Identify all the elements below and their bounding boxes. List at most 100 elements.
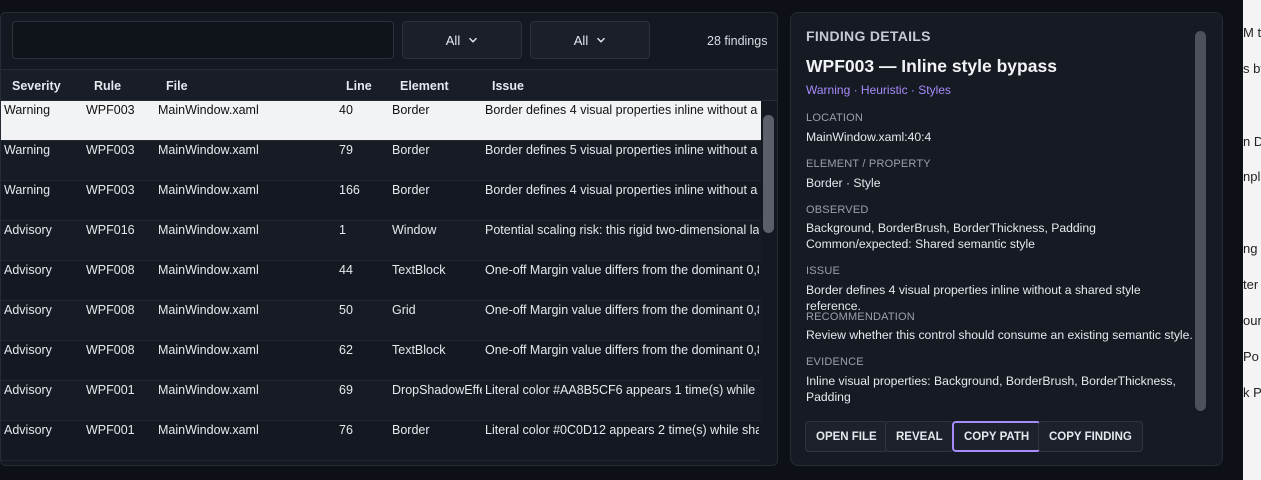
location-value: MainWindow.xaml:40:4: [806, 130, 932, 144]
cell-severity: Advisory: [4, 263, 52, 277]
list-scrollbar[interactable]: [761, 101, 777, 465]
copy-finding-button[interactable]: COPY FINDING: [1038, 421, 1143, 452]
cell-file: MainWindow.xaml: [158, 303, 259, 317]
cell-file: MainWindow.xaml: [158, 343, 259, 357]
cell-element: Grid: [392, 303, 416, 317]
details-scrollbar[interactable]: [1194, 31, 1206, 411]
cell-issue: One-off Margin value differs from the do…: [485, 343, 759, 357]
copy-path-button[interactable]: COPY PATH: [952, 421, 1042, 452]
open-file-button[interactable]: OPEN FILE: [805, 421, 888, 452]
table-row[interactable]: Advisory WPF008 MainWindow.xaml 50 Grid One-o…: [1, 301, 761, 341]
column-header-file[interactable]: File: [166, 79, 188, 93]
background-text-fragment: M t: [1243, 25, 1261, 40]
cell-element: Border: [392, 103, 430, 117]
cell-issue: Border defines 4 visual properties inlin…: [485, 103, 759, 117]
cell-rule: WPF003: [86, 183, 135, 197]
recommendation-value: Review whether this control should consu…: [806, 328, 1193, 342]
background-text-fragment: s by: [1243, 61, 1261, 76]
cell-issue: Border defines 5 visual properties inlin…: [485, 143, 759, 157]
cell-issue: Literal color #0C0D12 appears 2 time(s) …: [485, 423, 759, 437]
cell-file: MainWindow.xaml: [158, 383, 259, 397]
cell-severity: Warning: [4, 183, 51, 197]
column-header-severity[interactable]: Severity: [12, 79, 61, 93]
table-row[interactable]: Advisory WPF001 MainWindow.xaml 69 DropShado…: [1, 381, 761, 421]
findings-table-body: Warning WPF003 MainWindow.xaml 40 Border Bord…: [1, 101, 761, 465]
background-text-fragment: n D: [1243, 134, 1261, 149]
reveal-button[interactable]: REVEAL: [885, 421, 954, 452]
finding-meta: Warning · Heuristic · Styles: [806, 83, 951, 97]
cell-severity: Advisory: [4, 383, 52, 397]
column-header-rule[interactable]: Rule: [94, 79, 121, 93]
cell-line: 166: [339, 183, 360, 197]
recommendation-label: RECOMMENDATION: [806, 311, 915, 323]
table-row[interactable]: Warning WPF003 MainWindow.xaml 166 Border Bor…: [1, 181, 761, 221]
cell-element: Border: [392, 183, 430, 197]
cell-issue: Literal color #AA8B5CF6 appears 1 time(s…: [485, 383, 759, 397]
severity-filter-dropdown[interactable]: All: [402, 21, 522, 59]
cell-rule: WPF008: [86, 303, 135, 317]
cell-line: 50: [339, 303, 353, 317]
cell-severity: Advisory: [4, 303, 52, 317]
column-header-line[interactable]: Line: [346, 79, 372, 93]
finding-details-panel: FINDING DETAILS WPF003 — Inline style by…: [790, 12, 1223, 466]
cell-line: 1: [339, 223, 346, 237]
evidence-label: EVIDENCE: [806, 356, 864, 368]
search-input[interactable]: [12, 21, 394, 59]
location-label: LOCATION: [806, 112, 864, 124]
cell-issue: Border defines 4 visual properties inlin…: [485, 183, 759, 197]
table-row[interactable]: Warning WPF003 MainWindow.xaml 40 Border Bord…: [1, 101, 761, 141]
table-row[interactable]: Advisory WPF008 MainWindow.xaml 44 TextBlock…: [1, 261, 761, 301]
cell-severity: Advisory: [4, 223, 52, 237]
cell-line: 40: [339, 103, 353, 117]
background-text-fragment: Po: [1243, 349, 1259, 364]
background-text-fragment: k P: [1243, 385, 1261, 400]
table-row[interactable]: Warning WPF003 MainWindow.xaml 79 Border Bord…: [1, 141, 761, 181]
category-filter-value: All: [573, 32, 589, 48]
cell-file: MainWindow.xaml: [158, 223, 259, 237]
cell-rule: WPF001: [86, 423, 135, 437]
cell-file: MainWindow.xaml: [158, 263, 259, 277]
findings-list-panel: All All 28 findings Severity Rule File L…: [0, 12, 778, 466]
filter-toolbar: All All 28 findings: [1, 13, 777, 68]
cell-severity: Advisory: [4, 423, 52, 437]
list-scrollbar-thumb[interactable]: [763, 115, 774, 233]
chevron-down-icon: [469, 37, 478, 43]
cell-severity: Advisory: [4, 343, 52, 357]
cell-file: MainWindow.xaml: [158, 143, 259, 157]
cell-severity: Warning: [4, 103, 51, 117]
cell-element: Border: [392, 143, 430, 157]
background-text-fragment: ng: [1243, 241, 1258, 256]
cell-issue: Potential scaling risk: this rigid two-d…: [485, 223, 759, 237]
cell-severity: Warning: [4, 143, 51, 157]
category-filter-dropdown[interactable]: All: [530, 21, 650, 59]
cell-rule: WPF008: [86, 263, 135, 277]
evidence-value-cont: Padding: [806, 390, 851, 404]
cell-file: MainWindow.xaml: [158, 103, 259, 117]
background-text-fragment: ter: [1243, 277, 1259, 292]
cell-rule: WPF001: [86, 383, 135, 397]
cell-line: 76: [339, 423, 353, 437]
column-header-element[interactable]: Element: [400, 79, 449, 93]
table-header: Severity Rule File Line Element Issue: [1, 69, 777, 101]
observed-label: OBSERVED: [806, 204, 869, 216]
cell-element: TextBlock: [392, 343, 446, 357]
cell-rule: WPF008: [86, 343, 135, 357]
cell-element: DropShadowEffe: [392, 383, 482, 397]
column-header-issue[interactable]: Issue: [492, 79, 524, 93]
cell-element: Border: [392, 423, 430, 437]
table-row[interactable]: Advisory WPF016 MainWindow.xaml 1 Window Pote…: [1, 221, 761, 261]
issue-label: ISSUE: [806, 265, 841, 277]
cell-line: 44: [339, 263, 353, 277]
findings-count: 28 findings: [707, 34, 768, 48]
finding-title: WPF003 — Inline style bypass: [806, 56, 1057, 76]
table-row[interactable]: Advisory WPF001 MainWindow.xaml 76 Border Lit…: [1, 421, 761, 461]
cell-rule: WPF003: [86, 143, 135, 157]
window-gutter: [1224, 0, 1243, 480]
cell-issue: One-off Margin value differs from the do…: [485, 303, 759, 317]
table-row[interactable]: Advisory WPF008 MainWindow.xaml 62 TextBlock…: [1, 341, 761, 381]
details-scrollbar-thumb[interactable]: [1195, 31, 1206, 411]
observed-value: Background, BorderBrush, BorderThickness…: [806, 221, 1096, 235]
cell-line: 79: [339, 143, 353, 157]
element-property-label: ELEMENT / PROPERTY: [806, 158, 931, 170]
issue-value: Border defines 4 visual properties inlin…: [806, 283, 1141, 313]
